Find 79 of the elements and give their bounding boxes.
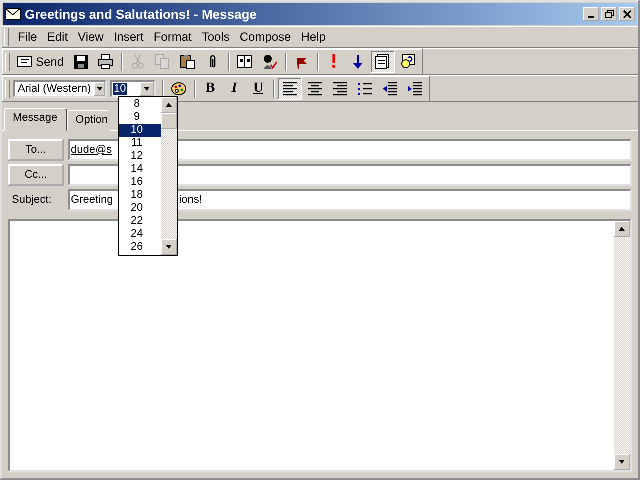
list-option[interactable]: 9 [119, 111, 161, 124]
person-icon [262, 54, 278, 70]
window-title: Greetings and Salutations! - Message [25, 6, 258, 22]
scrollbar[interactable] [161, 97, 177, 255]
scroll-thumb[interactable] [161, 113, 177, 129]
scroll-up-button[interactable] [614, 221, 630, 237]
subject-label: Subject: [11, 194, 53, 206]
menu-item[interactable]: Help [297, 28, 330, 46]
down-arrow-icon [96, 86, 104, 92]
indent-icon [407, 80, 423, 96]
menu-item[interactable]: View [74, 28, 108, 46]
list-option[interactable]: 18 [119, 189, 161, 202]
bullet-list-icon [357, 80, 373, 96]
underline-button[interactable]: U [247, 78, 270, 100]
floppy-icon [73, 54, 90, 70]
list-option[interactable]: 10 [119, 124, 161, 137]
list-option[interactable]: 16 [119, 176, 161, 189]
list-option[interactable]: 24 [119, 228, 161, 241]
cc-button[interactable]: Cc... [8, 164, 64, 186]
list-option[interactable]: 11 [119, 137, 161, 150]
list-option[interactable]: 12 [119, 150, 161, 163]
restore-button[interactable] [601, 7, 617, 21]
printer-icon [98, 54, 114, 70]
tab[interactable]: Option [66, 110, 110, 131]
menu-item[interactable]: Edit [43, 28, 72, 46]
list-option[interactable]: 8 [119, 98, 161, 111]
exclamation-icon [332, 54, 336, 69]
scroll-up-button[interactable] [161, 97, 177, 113]
list-option[interactable]: 14 [119, 163, 161, 176]
align-left-button[interactable] [278, 78, 302, 100]
font-size-combo[interactable]: 10 [110, 80, 156, 98]
close-button[interactable] [619, 7, 635, 21]
recipient-address[interactable]: dude@s [71, 144, 112, 156]
up-arrow-icon [618, 226, 626, 232]
outdent-icon [382, 80, 398, 96]
envelope-icon [5, 8, 21, 20]
font-size-value: 10 [113, 82, 128, 94]
minimize-button[interactable] [583, 7, 599, 21]
tab[interactable]: Message [4, 108, 67, 131]
align-left-icon [282, 80, 298, 96]
menu-item[interactable]: Compose [236, 28, 296, 46]
restore-icon [604, 10, 614, 18]
scroll-down-button[interactable] [614, 454, 630, 470]
list-option[interactable]: 22 [119, 215, 161, 228]
help-icon [400, 54, 416, 70]
document-icon [375, 54, 392, 70]
envelope-icon [17, 54, 33, 70]
options-button[interactable] [371, 50, 396, 72]
italic-button[interactable]: I [223, 78, 246, 100]
copy-icon [155, 54, 172, 70]
dropdown-button[interactable] [94, 82, 105, 96]
font-dropdown[interactable]: Arial (Western) [13, 80, 107, 98]
subject-text: ions! [179, 194, 202, 206]
list-option[interactable]: 26 [119, 241, 161, 254]
send-button[interactable]: Send [13, 50, 68, 72]
cc-field[interactable] [68, 164, 632, 186]
scroll-down-button[interactable] [161, 239, 177, 255]
close-icon [622, 10, 632, 18]
font-size-list[interactable]: 8 9 10 11 12 14 16 18 20 22 24 26 [118, 96, 178, 256]
scrollbar[interactable] [614, 221, 630, 470]
minimize-icon [588, 16, 594, 18]
book-icon [237, 54, 254, 70]
dropdown-button[interactable] [140, 82, 154, 96]
subject-text: Greeting [71, 194, 114, 206]
align-center-icon [307, 80, 323, 96]
down-arrow-icon [143, 86, 151, 92]
menu-item[interactable]: Format [150, 28, 196, 46]
up-arrow-icon [165, 102, 173, 108]
down-arrow-icon [618, 459, 626, 465]
menu-item[interactable]: Tools [198, 28, 234, 46]
menu-item[interactable]: File [14, 28, 42, 46]
bold-button[interactable]: B [199, 78, 222, 100]
menu-item[interactable]: Insert [110, 28, 148, 46]
palette-icon [171, 80, 187, 96]
align-right-icon [332, 80, 348, 96]
clipboard-icon [180, 54, 196, 70]
to-button[interactable]: To... [8, 139, 64, 161]
scissors-icon [130, 54, 146, 70]
down-arrow-icon [165, 244, 173, 250]
